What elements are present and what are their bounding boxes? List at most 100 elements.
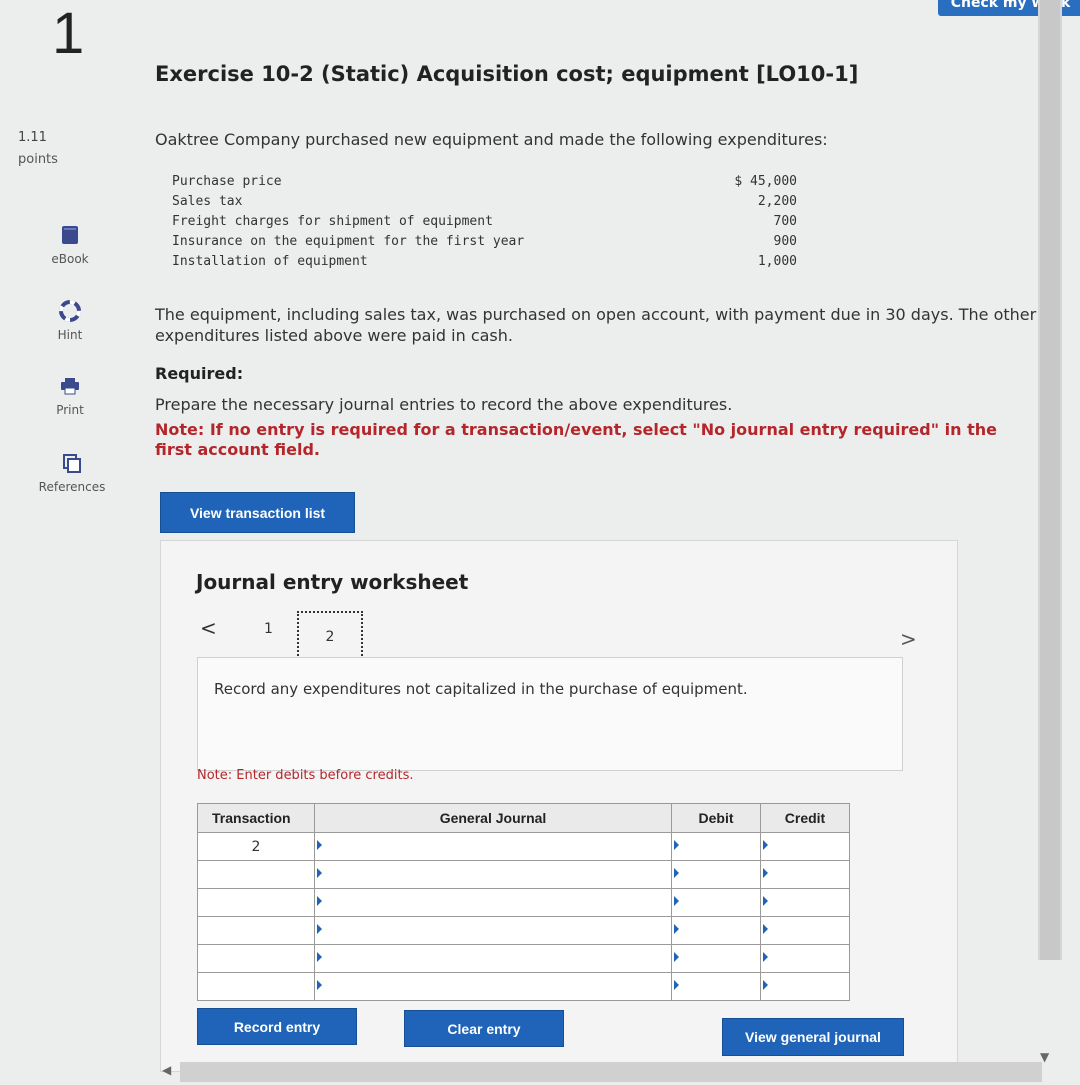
record-entry-button[interactable]: Record entry bbox=[197, 1008, 357, 1045]
input-arrow-icon bbox=[674, 980, 679, 990]
expenditure-amount: 2,200 bbox=[757, 194, 797, 209]
problem-intro: Oaktree Company purchased new equipment … bbox=[155, 130, 828, 149]
instruction-text: Record any expenditures not capitalized … bbox=[214, 680, 748, 698]
expenditure-amount: 900 bbox=[773, 234, 797, 249]
transaction-cell bbox=[197, 916, 315, 945]
pager-page-1[interactable]: 1 bbox=[264, 621, 273, 637]
horizontal-scrollbar[interactable] bbox=[180, 1062, 1042, 1082]
dropdown-arrow-icon bbox=[317, 868, 322, 878]
account-select[interactable] bbox=[314, 888, 672, 917]
sidebar-item-label: Hint bbox=[57, 328, 83, 342]
input-arrow-icon bbox=[763, 840, 768, 850]
expenditure-amount: 700 bbox=[773, 214, 797, 229]
transaction-cell bbox=[197, 888, 315, 917]
input-arrow-icon bbox=[763, 868, 768, 878]
expenditure-row: Insurance on the equipment for the first… bbox=[172, 234, 797, 254]
points-label: points bbox=[18, 152, 58, 167]
pager-prev-button[interactable]: < bbox=[200, 616, 217, 640]
debit-input[interactable] bbox=[671, 972, 761, 1001]
pager-page-label: 2 bbox=[325, 629, 335, 645]
lifebuoy-icon bbox=[59, 300, 81, 322]
debit-input[interactable] bbox=[671, 832, 761, 861]
transaction-cell bbox=[197, 944, 315, 973]
points-value: 1.11 bbox=[18, 130, 47, 145]
sidebar-item-references[interactable]: References bbox=[22, 452, 122, 494]
expenditure-label: Installation of equipment bbox=[172, 254, 368, 269]
input-arrow-icon bbox=[763, 896, 768, 906]
credit-input[interactable] bbox=[760, 860, 850, 889]
view-transaction-list-button[interactable]: View transaction list bbox=[160, 492, 355, 533]
expenditure-row: Sales tax 2,200 bbox=[172, 194, 797, 214]
debit-input[interactable] bbox=[671, 944, 761, 973]
sidebar-item-label: References bbox=[38, 480, 106, 494]
expenditure-row: Freight charges for shipment of equipmen… bbox=[172, 214, 797, 234]
account-select[interactable] bbox=[314, 916, 672, 945]
book-icon bbox=[59, 224, 81, 246]
input-arrow-icon bbox=[763, 924, 768, 934]
expenditure-label: Sales tax bbox=[172, 194, 243, 209]
transaction-cell bbox=[197, 972, 315, 1001]
expenditure-row: Purchase price $ 45,000 bbox=[172, 174, 797, 194]
table-header-row: Transaction General Journal Debit Credit bbox=[197, 803, 850, 833]
expenditure-list: Purchase price $ 45,000 Sales tax 2,200 … bbox=[172, 174, 797, 274]
input-arrow-icon bbox=[674, 868, 679, 878]
printer-icon bbox=[59, 375, 81, 397]
table-row: 2 bbox=[197, 832, 850, 861]
input-arrow-icon bbox=[763, 980, 768, 990]
transaction-cell bbox=[197, 860, 315, 889]
problem-paragraph: The equipment, including sales tax, was … bbox=[155, 305, 1037, 345]
journal-table: Transaction General Journal Debit Credit… bbox=[197, 803, 850, 1001]
clear-entry-button[interactable]: Clear entry bbox=[404, 1010, 564, 1047]
credit-input[interactable] bbox=[760, 888, 850, 917]
required-heading: Required: bbox=[155, 364, 244, 383]
pager-page-2[interactable]: 2 bbox=[297, 611, 363, 663]
debits-note: Note: Enter debits before credits. bbox=[197, 768, 414, 783]
worksheet-title: Journal entry worksheet bbox=[196, 570, 469, 594]
sidebar-item-label: eBook bbox=[51, 252, 89, 266]
transaction-cell: 2 bbox=[197, 832, 315, 861]
input-arrow-icon bbox=[674, 840, 679, 850]
account-select[interactable] bbox=[314, 860, 672, 889]
view-general-journal-button[interactable]: View general journal bbox=[722, 1018, 904, 1056]
account-select[interactable] bbox=[314, 832, 672, 861]
dropdown-arrow-icon bbox=[317, 840, 322, 850]
question-number: 1 bbox=[52, 1, 85, 66]
debit-input[interactable] bbox=[671, 888, 761, 917]
sidebar-item-label: Print bbox=[56, 403, 84, 417]
table-row bbox=[197, 944, 850, 973]
dropdown-arrow-icon bbox=[317, 924, 322, 934]
sidebar-item-hint[interactable]: Hint bbox=[20, 300, 120, 342]
pager-next-button[interactable]: > bbox=[900, 627, 917, 651]
header-debit: Debit bbox=[671, 803, 761, 833]
dropdown-arrow-icon bbox=[317, 952, 322, 962]
header-credit: Credit bbox=[760, 803, 850, 833]
credit-input[interactable] bbox=[760, 972, 850, 1001]
expenditure-label: Purchase price bbox=[172, 174, 282, 189]
required-note: Note: If no entry is required for a tran… bbox=[155, 420, 997, 459]
sidebar-item-ebook[interactable]: eBook bbox=[20, 224, 120, 266]
expenditure-row: Installation of equipment 1,000 bbox=[172, 254, 797, 274]
sidebar-item-print[interactable]: Print bbox=[20, 375, 120, 417]
dropdown-arrow-icon bbox=[317, 980, 322, 990]
expenditure-label: Freight charges for shipment of equipmen… bbox=[172, 214, 493, 229]
input-arrow-icon bbox=[674, 896, 679, 906]
account-select[interactable] bbox=[314, 944, 672, 973]
account-select[interactable] bbox=[314, 972, 672, 1001]
table-row bbox=[197, 972, 850, 1001]
expenditure-label: Insurance on the equipment for the first… bbox=[172, 234, 525, 249]
expenditure-amount: $ 45,000 bbox=[734, 174, 797, 189]
credit-input[interactable] bbox=[760, 944, 850, 973]
vertical-scrollbar-thumb[interactable] bbox=[1040, 0, 1060, 960]
debit-input[interactable] bbox=[671, 916, 761, 945]
table-row bbox=[197, 888, 850, 917]
input-arrow-icon bbox=[763, 952, 768, 962]
table-row bbox=[197, 860, 850, 889]
debit-input[interactable] bbox=[671, 860, 761, 889]
credit-input[interactable] bbox=[760, 916, 850, 945]
scroll-left-arrow-icon[interactable]: ◀ bbox=[162, 1063, 171, 1077]
credit-input[interactable] bbox=[760, 832, 850, 861]
required-text: Prepare the necessary journal entries to… bbox=[155, 395, 733, 414]
input-arrow-icon bbox=[674, 924, 679, 934]
table-row bbox=[197, 916, 850, 945]
copy-icon bbox=[61, 452, 83, 474]
